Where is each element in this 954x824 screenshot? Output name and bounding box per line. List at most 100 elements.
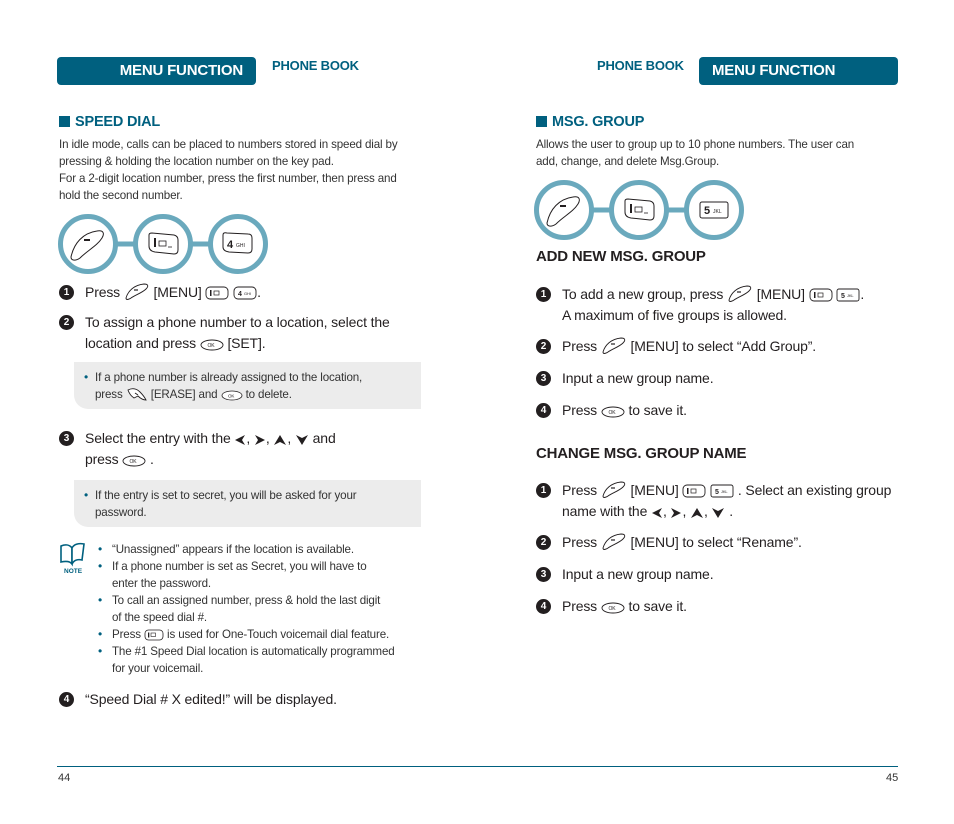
note-text: for your voicemail. bbox=[112, 662, 204, 675]
add-step-2: 2 Press [MENU] to select “Add Group”. bbox=[536, 336, 916, 357]
note-item: Press is used for One-Touch voicemail di… bbox=[98, 626, 428, 643]
step-text: Press bbox=[562, 402, 598, 418]
step-number: 3 bbox=[536, 567, 551, 582]
intro-paragraph: In idle mode, calls can be placed to num… bbox=[59, 136, 429, 204]
page-number: 44 bbox=[58, 772, 71, 784]
note-text: of the speed dial #. bbox=[112, 611, 207, 624]
note-text: To call an assigned number, press & hold… bbox=[112, 594, 381, 607]
heading-change-msg-group-name: CHANGE MSG. GROUP NAME bbox=[536, 445, 747, 462]
step-number: 2 bbox=[536, 339, 551, 354]
step-number: 1 bbox=[59, 285, 74, 300]
heading-add-new-msg-group: ADD NEW MSG. GROUP bbox=[536, 248, 706, 265]
separator: , bbox=[703, 503, 708, 519]
section-title-msg-group: MSG. GROUP bbox=[536, 114, 644, 130]
ok-key-icon: OK bbox=[200, 339, 224, 351]
svg-text:OK: OK bbox=[608, 410, 616, 416]
key-4-icon: 4 GHI bbox=[233, 286, 257, 300]
step-number: 3 bbox=[59, 431, 74, 446]
note-text: If a phone number is set as Secret, you … bbox=[112, 560, 367, 573]
ok-key-icon: OK bbox=[601, 602, 625, 614]
key-sequence-diagram: 5 JKL bbox=[533, 179, 745, 241]
step-text: Press bbox=[562, 598, 598, 614]
svg-text:5: 5 bbox=[704, 205, 710, 217]
intro-line: In idle mode, calls can be placed to num… bbox=[59, 138, 398, 151]
note-item: “Unassigned” appears if the location is … bbox=[98, 541, 428, 558]
arrow-up-icon bbox=[273, 434, 287, 446]
svg-text:OK: OK bbox=[207, 343, 215, 349]
intro-line: Allows the user to group up to 10 phone … bbox=[536, 138, 855, 151]
add-step-4: 4 Press OK to save it. bbox=[536, 400, 916, 421]
step-text: to save it. bbox=[628, 598, 687, 614]
key-1-icon bbox=[205, 286, 229, 300]
svg-text:OK: OK bbox=[608, 606, 616, 612]
arrow-left-icon bbox=[651, 507, 663, 519]
square-bullet-icon bbox=[536, 116, 547, 127]
key-1-icon bbox=[144, 629, 164, 641]
intro-line: add, change, and delete Msg.Group. bbox=[536, 155, 720, 168]
separator: , bbox=[287, 430, 292, 446]
step-number: 4 bbox=[59, 692, 74, 707]
arrow-left-icon bbox=[234, 434, 246, 446]
menu-soft-key-icon bbox=[124, 282, 150, 300]
step-text: to save it. bbox=[628, 402, 687, 418]
add-step-1: 1 To add a new group, press [MENU] 5 JKL.… bbox=[536, 284, 916, 326]
section-title-speed-dial: SPEED DIAL bbox=[59, 114, 160, 130]
header-bar-menu-function: MENU FUNCTION bbox=[57, 57, 256, 85]
separator: , bbox=[265, 430, 270, 446]
key-sequence-diagram: 4 GHI bbox=[57, 213, 269, 275]
note-text: Press bbox=[112, 628, 141, 641]
ok-key-icon: OK bbox=[601, 406, 625, 418]
note-list: “Unassigned” appears if the location is … bbox=[98, 541, 428, 677]
change-step-2: 2 Press [MENU] to select “Rename”. bbox=[536, 532, 916, 553]
svg-text:OK: OK bbox=[228, 394, 234, 399]
ok-key-icon: OK bbox=[122, 455, 146, 467]
step-text: [MENU] bbox=[153, 284, 202, 300]
step-text: and bbox=[312, 430, 336, 446]
bullet-icon: • bbox=[84, 370, 89, 384]
info-text: [ERASE] and bbox=[150, 388, 218, 401]
note-book-icon: NOTE bbox=[58, 542, 88, 581]
key-4-icon: 4 GHI bbox=[208, 214, 268, 274]
footer-divider bbox=[57, 766, 898, 767]
svg-text:GHI: GHI bbox=[244, 291, 251, 296]
svg-text:JKL: JKL bbox=[721, 489, 728, 494]
menu-soft-key-icon bbox=[601, 480, 627, 498]
note-item: The #1 Speed Dial location is automatica… bbox=[98, 643, 428, 677]
step-text: [SET]. bbox=[227, 335, 266, 351]
step-text: A maximum of five groups is allowed. bbox=[562, 307, 787, 323]
change-step-1: 1 Press [MENU] 5 JKL . Select an existing… bbox=[536, 480, 916, 522]
info-text: password. bbox=[95, 506, 147, 519]
add-step-3: 3 Input a new group name. bbox=[536, 368, 916, 389]
step-number: 4 bbox=[536, 599, 551, 614]
svg-text:4: 4 bbox=[238, 291, 242, 298]
svg-text:GHI: GHI bbox=[236, 243, 245, 249]
step-text: [MENU] bbox=[630, 482, 679, 498]
bullet-icon: • bbox=[84, 488, 89, 502]
step-text: [MENU] to select “Rename”. bbox=[630, 534, 802, 550]
step-text: . bbox=[729, 503, 733, 519]
key-5-icon: 5 JKL bbox=[710, 484, 734, 498]
menu-soft-key-icon bbox=[58, 214, 118, 274]
step-text: Press bbox=[562, 534, 598, 550]
arrow-down-icon bbox=[711, 507, 725, 519]
step-text: location and press bbox=[85, 335, 196, 351]
step-text: Input a new group name. bbox=[562, 370, 714, 386]
svg-text:4: 4 bbox=[227, 239, 234, 251]
menu-soft-key-icon bbox=[601, 532, 627, 550]
step-number: 4 bbox=[536, 403, 551, 418]
header-section-phone-book: PHONE BOOK bbox=[272, 58, 359, 73]
arrow-up-icon bbox=[690, 507, 704, 519]
svg-text:JKL: JKL bbox=[713, 209, 722, 215]
change-step-3: 3 Input a new group name. bbox=[536, 564, 916, 585]
step-number: 3 bbox=[536, 371, 551, 386]
step-text: . bbox=[860, 286, 865, 302]
intro-line: pressing & holding the location number o… bbox=[59, 155, 334, 168]
ok-key-icon: OK bbox=[221, 390, 243, 401]
step-text: [MENU] to select “Add Group”. bbox=[630, 338, 817, 354]
separator: , bbox=[662, 503, 667, 519]
step-text: . bbox=[257, 284, 261, 300]
svg-text:5: 5 bbox=[841, 293, 845, 300]
info-box-erase: • If a phone number is already assigned … bbox=[74, 362, 421, 409]
info-text: If a phone number is already assigned to… bbox=[95, 371, 363, 384]
key-1-icon bbox=[682, 484, 706, 498]
